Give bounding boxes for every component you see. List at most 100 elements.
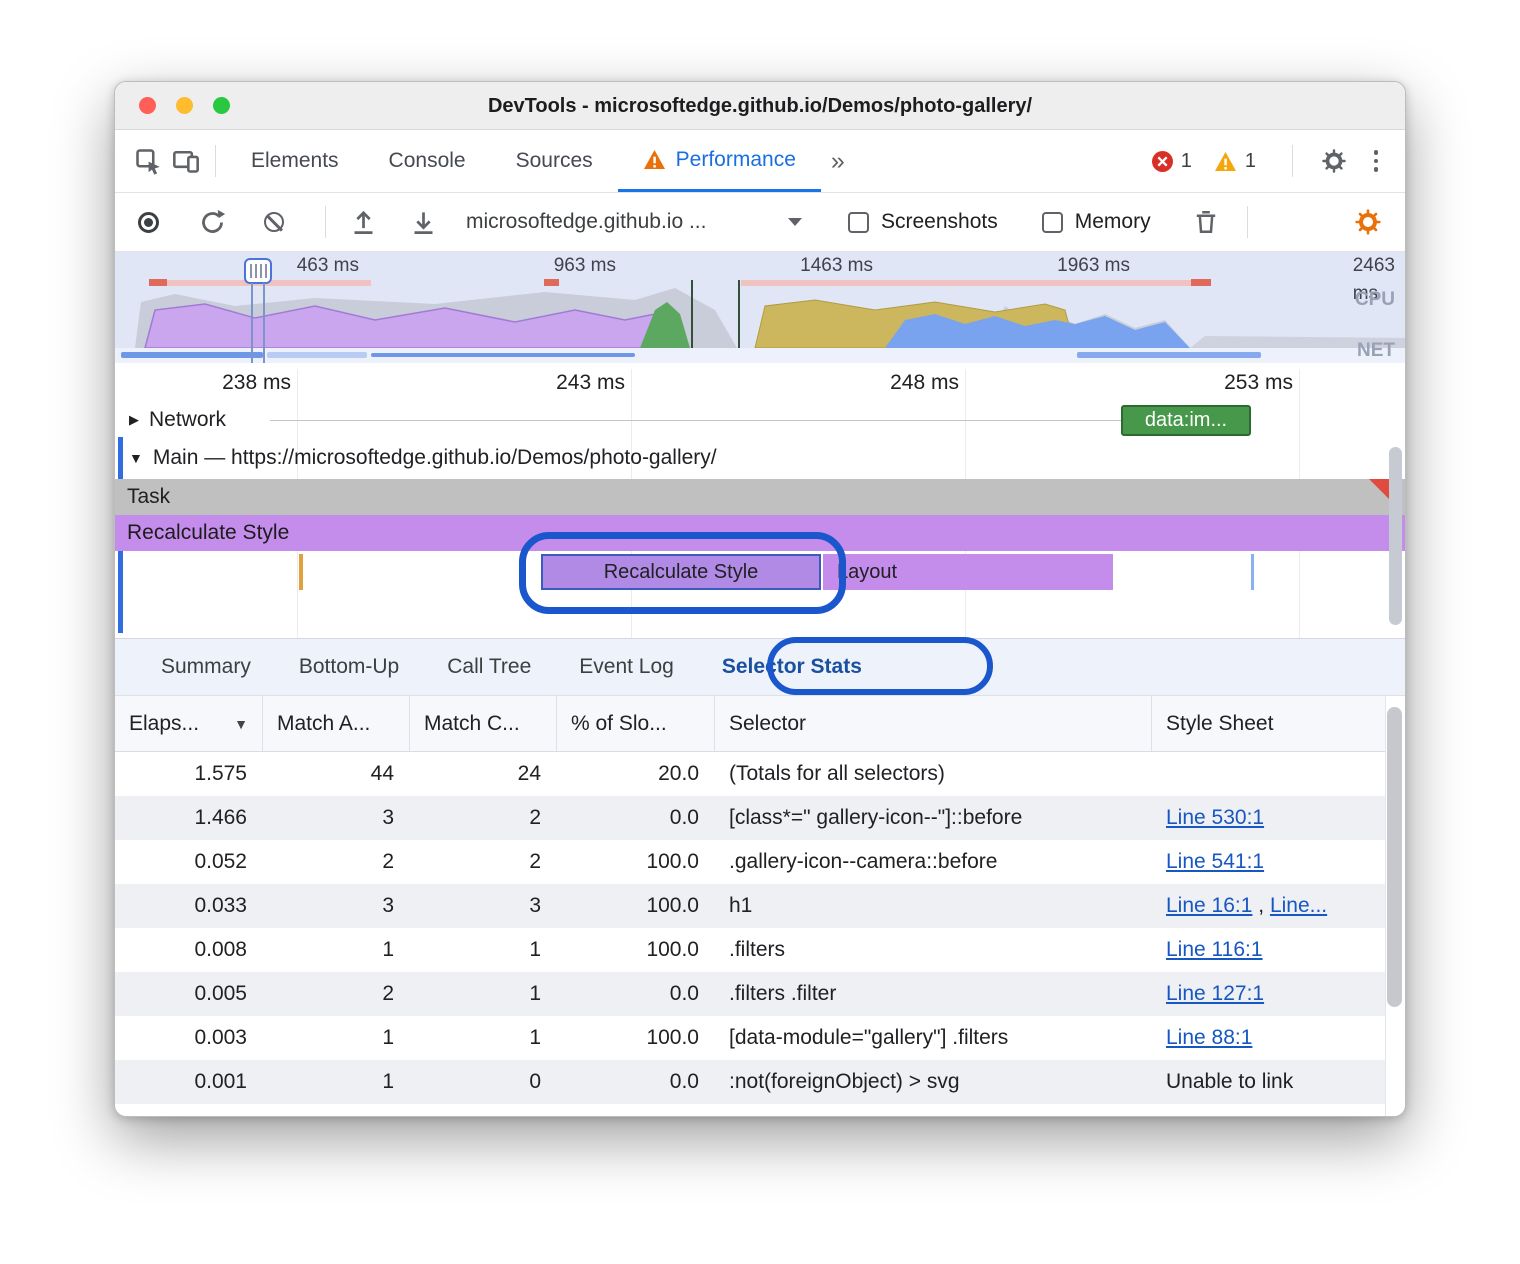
tab-selector-stats[interactable]: Selector Stats [698,638,886,696]
cell-elapsed: 0.003 [115,1016,263,1060]
event-tick-orange[interactable] [299,554,303,590]
cell-selector: (Totals for all selectors) [715,752,1152,796]
performance-warning-icon [643,149,666,170]
divider [1247,206,1248,238]
cell-pct-slow: 0.0 [557,972,715,1016]
divider [325,206,326,238]
table-row[interactable]: 0.001100.0:not(foreignObject) > svgUnabl… [115,1060,1385,1104]
main-track-header[interactable]: ▼ Main — https://microsoftedge.github.io… [115,437,1405,479]
style-sheet-link[interactable]: Line 116:1 [1166,938,1263,961]
column-header-style-sheet[interactable]: Style Sheet [1152,696,1385,751]
kebab-menu-icon[interactable] [1361,150,1391,172]
tab-bottom-up[interactable]: Bottom-Up [275,638,423,696]
cell-match-count: 2 [410,840,557,884]
cell-style-sheet: Line 541:1 [1152,840,1385,884]
table-row[interactable]: 0.00311100.0[data-module="gallery"] .fil… [115,1016,1385,1060]
style-sheet-link[interactable]: Line 541:1 [1166,850,1264,873]
table-row[interactable]: 1.575442420.0(Totals for all selectors) [115,752,1385,796]
table-scrollbar[interactable] [1387,707,1402,1007]
error-count[interactable]: 1 [1181,150,1192,173]
table-row[interactable]: 0.03333100.0h1Line 16:1 , Line... [115,884,1385,928]
timeline-overview[interactable]: 463 ms 963 ms 1463 ms 1963 ms 2463 ms CP… [115,252,1405,363]
collapsed-triangle-icon[interactable]: ▶ [129,412,139,428]
capture-settings-gear-icon[interactable] [1349,203,1387,241]
upload-profile-icon[interactable] [348,207,378,237]
profile-select[interactable]: microsoftedge.github.io ... [466,210,802,234]
device-toolbar-icon[interactable] [167,142,205,180]
table-row[interactable]: 1.466320.0[class*=" gallery-icon--"]::be… [115,796,1385,840]
cell-style-sheet: Line 88:1 [1152,1016,1385,1060]
cell-match-count: 3 [410,884,557,928]
column-header-pct-slow[interactable]: % of Slo... [557,696,715,751]
tab-console[interactable]: Console [364,130,491,192]
column-header-match-count[interactable]: Match C... [410,696,557,751]
warning-count[interactable]: 1 [1245,150,1256,173]
cell-selector: .filters .filter [715,972,1152,1016]
devtools-window: DevTools - microsoftedge.github.io/Demos… [114,81,1406,1117]
reload-and-record-icon[interactable] [197,207,227,237]
style-sheet-link[interactable]: Line 530:1 [1166,806,1264,829]
cell-style-sheet [1152,752,1385,796]
expanded-triangle-icon[interactable]: ▼ [129,450,143,466]
selection-boundary-line[interactable] [738,280,740,348]
error-icon[interactable] [1152,151,1173,172]
layout-event-bar[interactable]: Layout [823,554,1113,590]
event-tick-blue[interactable] [1251,554,1254,590]
collect-garbage-icon[interactable] [1191,207,1221,237]
selection-drag-handle[interactable] [244,258,272,284]
cell-selector: h1 [715,884,1152,928]
network-request-chip[interactable]: data:im... [1121,405,1251,436]
cell-style-sheet: Line 530:1 [1152,796,1385,840]
recalculate-style-band-label: Recalculate Style [127,521,289,545]
cell-match-count: 1 [410,928,557,972]
long-task-indicator [741,280,1211,286]
profile-select-value: microsoftedge.github.io ... [466,210,706,234]
clear-icon[interactable] [259,207,289,237]
style-sheet-link[interactable]: Line 88:1 [1166,1026,1252,1049]
style-sheet-link[interactable]: Line 127:1 [1166,982,1264,1005]
overview-tick: 463 ms [297,252,359,280]
selection-boundary-line[interactable] [691,280,693,348]
record-icon[interactable] [133,207,163,237]
table-row[interactable]: 0.00811100.0.filtersLine 116:1 [115,928,1385,972]
screenshots-toggle[interactable]: Screenshots [848,210,998,234]
cell-selector: .filters [715,928,1152,972]
table-row[interactable]: 0.05222100.0.gallery-icon--camera::befor… [115,840,1385,884]
more-tabs-icon[interactable]: » [821,147,855,176]
cell-pct-slow: 100.0 [557,840,715,884]
track-divider-line [270,420,1225,421]
column-header-elapsed[interactable]: Elaps... ▼ [115,696,263,751]
warning-icon[interactable] [1214,151,1237,172]
download-profile-icon[interactable] [408,207,438,237]
style-sheet-link[interactable]: Line... [1270,894,1327,917]
column-header-match-attempts[interactable]: Match A... [263,696,410,751]
selection-handle-line[interactable] [263,283,265,363]
flame-chart[interactable]: ▶ Network data:im... ▼ Main — https://mi… [115,403,1405,638]
cell-match-count: 24 [410,752,557,796]
settings-gear-icon[interactable] [1315,142,1353,180]
screenshots-checkbox[interactable] [848,212,869,233]
memory-toggle[interactable]: Memory [1042,210,1151,234]
performance-toolbar: microsoftedge.github.io ... Screenshots … [115,193,1405,252]
overview-tick: 1463 ms [800,252,873,280]
cell-style-sheet: Line 127:1 [1152,972,1385,1016]
cell-pct-slow: 100.0 [557,884,715,928]
table-row[interactable]: 0.005210.0.filters .filterLine 127:1 [115,972,1385,1016]
tab-sources[interactable]: Sources [491,130,618,192]
tab-call-tree[interactable]: Call Tree [423,638,555,696]
tab-summary[interactable]: Summary [137,638,275,696]
column-header-selector[interactable]: Selector [715,696,1152,751]
inspect-element-icon[interactable] [129,142,167,180]
cell-match-count: 1 [410,972,557,1016]
selection-handle-line[interactable] [251,283,253,363]
style-sheet-link[interactable]: Line 16:1 [1166,894,1252,917]
selected-event-recalculate-style[interactable]: Recalculate Style [541,554,821,590]
tab-elements[interactable]: Elements [226,130,364,192]
memory-checkbox[interactable] [1042,212,1063,233]
net-label: NET [1357,340,1395,362]
flame-chart-scrollbar[interactable] [1389,447,1402,625]
tab-event-log[interactable]: Event Log [555,638,698,696]
tab-performance[interactable]: Performance [618,130,821,192]
recalculate-style-band[interactable]: Recalculate Style [115,515,1405,551]
task-event-bar[interactable]: Task [115,479,1405,515]
